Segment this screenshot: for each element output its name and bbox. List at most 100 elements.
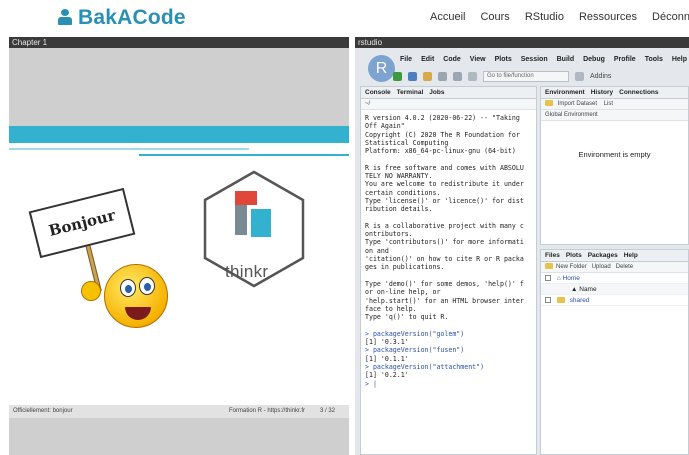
menu-debug[interactable]: Debug bbox=[583, 56, 605, 63]
new-folder-button[interactable]: New Folder bbox=[556, 264, 587, 270]
nav-link-accueil[interactable]: Accueil bbox=[430, 11, 465, 23]
top-navigation: BakACode Accueil Cours RStudio Ressource… bbox=[0, 0, 689, 36]
console-line: ontributors. bbox=[365, 230, 413, 239]
open-file-icon[interactable] bbox=[423, 72, 432, 81]
menu-code[interactable]: Code bbox=[443, 56, 461, 63]
save-all-icon[interactable] bbox=[453, 72, 462, 81]
console-line: certain conditions. bbox=[365, 188, 441, 197]
load-workspace-icon[interactable] bbox=[545, 100, 553, 106]
slide-divider bbox=[9, 148, 249, 150]
file-checkbox[interactable] bbox=[545, 297, 551, 303]
tab-help[interactable]: Help bbox=[624, 250, 638, 261]
folder-icon bbox=[556, 297, 565, 303]
menu-view[interactable]: View bbox=[470, 56, 486, 63]
console-line: You are welcome to redistribute it under bbox=[365, 180, 524, 189]
console-command: > packageVersion("attachment") bbox=[365, 362, 485, 371]
logo-block-grey bbox=[235, 205, 247, 235]
files-pane: Files Plots Packages Help New Folder Upl… bbox=[540, 249, 689, 455]
menu-session[interactable]: Session bbox=[521, 56, 548, 63]
slide-footer: Officiellement: bonjour Formation R - ht… bbox=[9, 405, 349, 418]
addins-menu[interactable]: Addins bbox=[590, 73, 611, 80]
open-project-icon[interactable] bbox=[408, 72, 417, 81]
slide-footer-right: Formation R - https://thinkr.fr bbox=[229, 408, 306, 414]
console-line: 'citation()' on how to cite R or R packa bbox=[365, 255, 524, 264]
environment-pane: Environment History Connections Import D… bbox=[540, 86, 689, 245]
tab-history[interactable]: History bbox=[591, 87, 613, 98]
files-header: ▲ Name bbox=[541, 284, 688, 295]
console-line: on and bbox=[365, 246, 389, 255]
console-line: face to help. bbox=[365, 304, 417, 313]
nav-link-deconnexion[interactable]: Déconnexion bbox=[652, 11, 689, 23]
environment-empty-message: Environment is empty bbox=[578, 150, 651, 159]
console-line: Type 'demo()' for some demos, 'help()' f bbox=[365, 279, 524, 288]
console-line: R version 4.0.2 (2020-06-22) -- "Taking bbox=[365, 114, 520, 122]
rstudio-panel-title: rstudio bbox=[355, 37, 689, 48]
thinkr-logo-text: thinkr bbox=[225, 262, 269, 281]
menu-edit[interactable]: Edit bbox=[421, 56, 434, 63]
tab-connections[interactable]: Connections bbox=[619, 87, 658, 98]
console-output[interactable]: R version 4.0.2 (2020-06-22) -- "Taking O… bbox=[361, 110, 536, 388]
environment-scope: Global Environment bbox=[541, 110, 688, 121]
files-toolbar: New Folder Upload Delete bbox=[541, 262, 688, 273]
select-all-checkbox[interactable] bbox=[545, 275, 551, 281]
menu-plots[interactable]: Plots bbox=[495, 56, 512, 63]
console-line: Type 'q()' to quit R. bbox=[365, 313, 449, 322]
menu-build[interactable]: Build bbox=[557, 56, 575, 63]
environment-toolbar: Import Dataset List bbox=[541, 99, 688, 110]
list-item[interactable]: shared bbox=[541, 295, 688, 306]
person-icon bbox=[58, 8, 72, 28]
menu-file[interactable]: File bbox=[400, 56, 412, 63]
grid-icon[interactable] bbox=[575, 72, 584, 81]
brand-logo[interactable]: BakACode bbox=[58, 6, 186, 30]
home-icon[interactable]: ⌂ bbox=[557, 275, 561, 282]
list-view-button[interactable]: List bbox=[604, 101, 613, 107]
save-icon[interactable] bbox=[438, 72, 447, 81]
nav-links: Accueil Cours RStudio Ressources Déconne… bbox=[430, 11, 689, 23]
print-icon[interactable] bbox=[468, 72, 477, 81]
tab-environment[interactable]: Environment bbox=[545, 87, 585, 98]
console-command: > packageVersion("golem") bbox=[365, 329, 465, 338]
console-line: R is a collaborative project with many c bbox=[365, 221, 524, 230]
nav-link-ressources[interactable]: Ressources bbox=[579, 11, 637, 23]
new-folder-icon bbox=[545, 263, 553, 269]
home-link[interactable]: Home bbox=[563, 275, 580, 282]
sign-text: Bonjour bbox=[46, 206, 118, 240]
import-dataset-button[interactable]: Import Dataset bbox=[558, 101, 597, 107]
console-line: Platform: x86_64-pc-linux-gnu (64-bit) bbox=[365, 147, 516, 156]
nav-link-cours[interactable]: Cours bbox=[480, 11, 509, 23]
slide-page-number: 3 / 32 bbox=[320, 408, 336, 414]
tab-jobs[interactable]: Jobs bbox=[429, 87, 444, 98]
column-name[interactable]: Name bbox=[579, 286, 596, 293]
tab-packages[interactable]: Packages bbox=[588, 250, 618, 261]
goto-file-input[interactable]: Go to file/function bbox=[483, 71, 569, 82]
console-pane: Console Terminal Jobs ~/ R version 4.0.2… bbox=[360, 86, 537, 455]
logo-block-blue bbox=[251, 209, 271, 237]
emoji-mouth bbox=[125, 307, 151, 320]
tab-plots[interactable]: Plots bbox=[566, 250, 582, 261]
rstudio-panel: rstudio R File Edit Code View Plots Sess… bbox=[355, 37, 689, 455]
tab-console[interactable]: Console bbox=[365, 87, 391, 98]
tab-terminal[interactable]: Terminal bbox=[397, 87, 424, 98]
console-result: [1] '0.1.1' bbox=[365, 354, 409, 363]
emoji-hand bbox=[81, 281, 101, 301]
global-environment-dropdown[interactable]: Global Environment bbox=[545, 112, 598, 118]
delete-button[interactable]: Delete bbox=[616, 264, 633, 270]
tab-files[interactable]: Files bbox=[545, 250, 560, 261]
new-file-icon[interactable] bbox=[393, 72, 402, 81]
console-line: Off Again" bbox=[365, 122, 405, 131]
console-line: Copyright (C) 2020 The R Foundation for bbox=[365, 130, 520, 139]
menu-help[interactable]: Help bbox=[672, 56, 687, 63]
menu-tools[interactable]: Tools bbox=[645, 56, 663, 63]
slide: Bonjour thinkr Officiellement: bonjour F… bbox=[9, 126, 349, 418]
brand-name: BakACode bbox=[78, 6, 186, 29]
nav-link-rstudio[interactable]: RStudio bbox=[525, 11, 564, 23]
upload-button[interactable]: Upload bbox=[592, 264, 611, 270]
menu-profile[interactable]: Profile bbox=[614, 56, 636, 63]
file-name[interactable]: shared bbox=[570, 297, 590, 304]
console-line: 'help.start()' for an HTML browser inter bbox=[365, 296, 524, 305]
console-prompt[interactable]: > | bbox=[365, 380, 532, 388]
